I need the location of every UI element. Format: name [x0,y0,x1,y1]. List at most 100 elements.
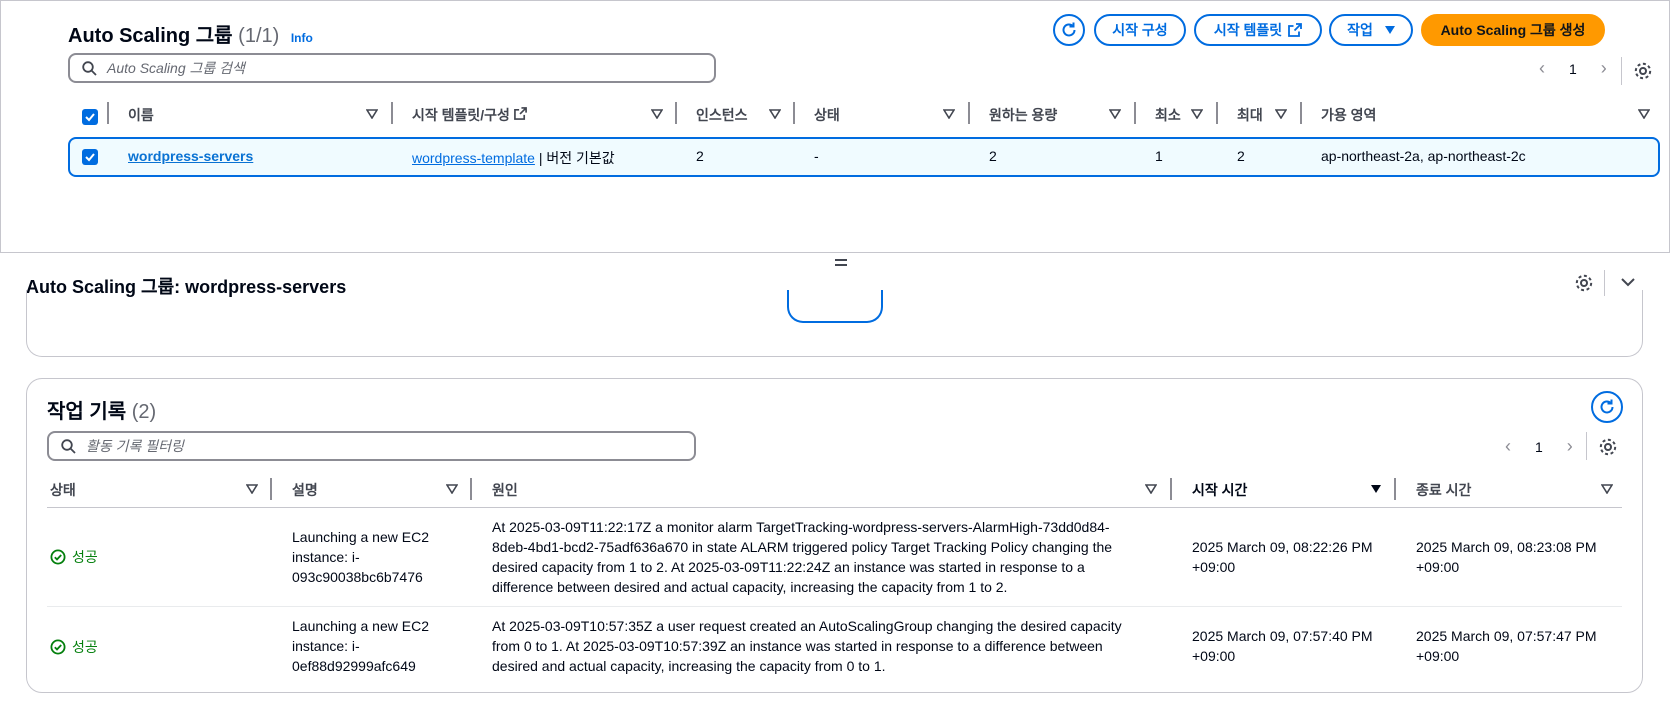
sort-icon[interactable] [446,484,458,494]
col-min[interactable]: 최소 [1155,105,1181,125]
activity-count: (2) [131,401,157,423]
start-time-line: +09:00 [1192,559,1236,575]
edit-button[interactable] [787,290,883,323]
description-line: instance: i- [292,638,360,654]
split-divider [0,252,1670,253]
search-icon [61,438,76,454]
template-link[interactable]: wordpress-template [412,150,535,166]
search-placeholder: Auto Scaling 그룹 검색 [107,60,245,76]
asg-name-link[interactable]: wordpress-servers [128,148,253,164]
search-icon [82,60,97,76]
sort-icon[interactable] [366,109,378,119]
row-checkbox[interactable] [82,149,98,165]
instances-value: 2 [696,148,704,164]
col-divider [675,102,677,124]
activity-search-input[interactable]: 활동 기록 필터링 [47,431,696,461]
drag-handle-icon[interactable] [835,257,847,266]
sort-icon[interactable] [651,109,663,119]
col-divider [1300,102,1302,124]
external-link-icon [1288,23,1303,37]
title-text: Auto Scaling 그룹 [68,25,233,47]
sort-icon[interactable] [1638,109,1650,119]
sort-icon[interactable] [943,109,955,119]
status-value: - [814,148,819,164]
description-line: Launching a new EC2 [292,618,429,634]
activity-title: 작업 기록 (2) [47,395,156,424]
sort-icon[interactable] [1191,109,1203,119]
col-start-time[interactable]: 시작 시간 [1192,480,1247,500]
launch-config-label: 시작 구성 [1112,22,1168,38]
col-status[interactable]: 상태 [814,105,840,125]
pagination: ‹ 1 › [1539,58,1607,79]
col-divider [107,102,109,124]
zones-value: ap-northeast-2a, ap-northeast-2c [1321,148,1526,164]
sort-desc-icon[interactable] [1370,484,1382,494]
chevron-left-icon[interactable]: ‹ [1539,58,1545,79]
col-max[interactable]: 최대 [1237,105,1263,125]
actions-label: 작업 [1347,22,1373,38]
col-template[interactable]: 시작 템플릿/구성 [412,105,527,125]
launch-config-button[interactable]: 시작 구성 [1094,14,1186,46]
col-end-time[interactable]: 종료 시간 [1416,480,1471,500]
cause-line: desired capacity from 1 to 2. At 2025-03… [492,559,1085,575]
sort-icon[interactable] [1109,109,1121,119]
col-divider [470,478,472,500]
col-desired[interactable]: 원하는 용량 [989,105,1057,125]
asg-search-input[interactable]: Auto Scaling 그룹 검색 [68,53,716,83]
page-number[interactable]: 1 [1569,61,1577,77]
actions-button[interactable]: 작업 [1329,14,1413,46]
cause-line: At 2025-03-09T10:57:35Z a user request c… [492,618,1122,634]
col-description[interactable]: 설명 [292,480,318,500]
col-zones[interactable]: 가용 영역 [1321,105,1376,125]
sort-icon[interactable] [769,109,781,119]
title-count: (1/1) [238,25,280,47]
checkbox-icon [85,113,95,122]
col-name[interactable]: 이름 [128,105,154,125]
success-icon [50,639,66,655]
description-cell: Launching a new EC2 instance: i- 0ef88d9… [292,616,429,676]
template-cell: wordpress-template | 버전 기본값 [412,148,615,168]
start-time-cell: 2025 March 09, 07:57:40 PM +09:00 [1192,626,1373,666]
sort-icon[interactable] [246,484,258,494]
sort-icon[interactable] [1275,109,1287,119]
col-divider [1170,478,1172,500]
divider [1621,57,1622,85]
col-divider [1134,102,1136,124]
row-rule [47,606,1622,607]
gear-icon[interactable] [1633,61,1653,81]
refresh-button[interactable] [1053,14,1085,46]
select-all-checkbox[interactable] [82,109,98,125]
page-number[interactable]: 1 [1535,439,1543,455]
end-time-line: 2025 March 09, 07:57:47 PM [1416,628,1597,644]
chevron-right-icon[interactable]: › [1601,58,1607,79]
col-divider [1394,478,1396,500]
sort-icon[interactable] [1145,484,1157,494]
success-icon [50,549,66,565]
start-time-cell: 2025 March 09, 08:22:26 PM +09:00 [1192,537,1373,577]
end-time-cell: 2025 March 09, 08:23:08 PM +09:00 [1416,537,1597,577]
create-asg-label: Auto Scaling 그룹 생성 [1440,22,1586,38]
collapse-icon[interactable] [1620,276,1636,288]
max-value: 2 [1237,148,1245,164]
info-link[interactable]: Info [291,31,313,45]
search-placeholder: 활동 기록 필터링 [86,438,184,454]
sort-icon[interactable] [1601,484,1613,494]
create-asg-button[interactable]: Auto Scaling 그룹 생성 [1421,14,1605,46]
start-time-line: 2025 March 09, 07:57:40 PM [1192,628,1373,644]
gear-icon[interactable] [1598,437,1618,457]
end-time-cell: 2025 March 09, 07:57:47 PM +09:00 [1416,626,1597,666]
chevron-right-icon[interactable]: › [1567,436,1573,457]
external-link-icon [513,107,527,120]
launch-template-button[interactable]: 시작 템플릿 [1194,14,1322,46]
description-line: 093c90038bc6b7476 [292,569,423,585]
description-cell: Launching a new EC2 instance: i- 093c900… [292,527,429,587]
description-line: Launching a new EC2 [292,529,429,545]
col-instances[interactable]: 인스턴스 [696,105,748,125]
launch-template-label: 시작 템플릿 [1213,22,1283,38]
cause-cell: At 2025-03-09T10:57:35Z a user request c… [492,616,1122,676]
activity-refresh-button[interactable] [1591,391,1623,423]
col-cause[interactable]: 원인 [492,480,518,500]
refresh-icon [1062,22,1076,37]
chevron-left-icon[interactable]: ‹ [1505,436,1511,457]
col-status[interactable]: 상태 [50,480,76,500]
